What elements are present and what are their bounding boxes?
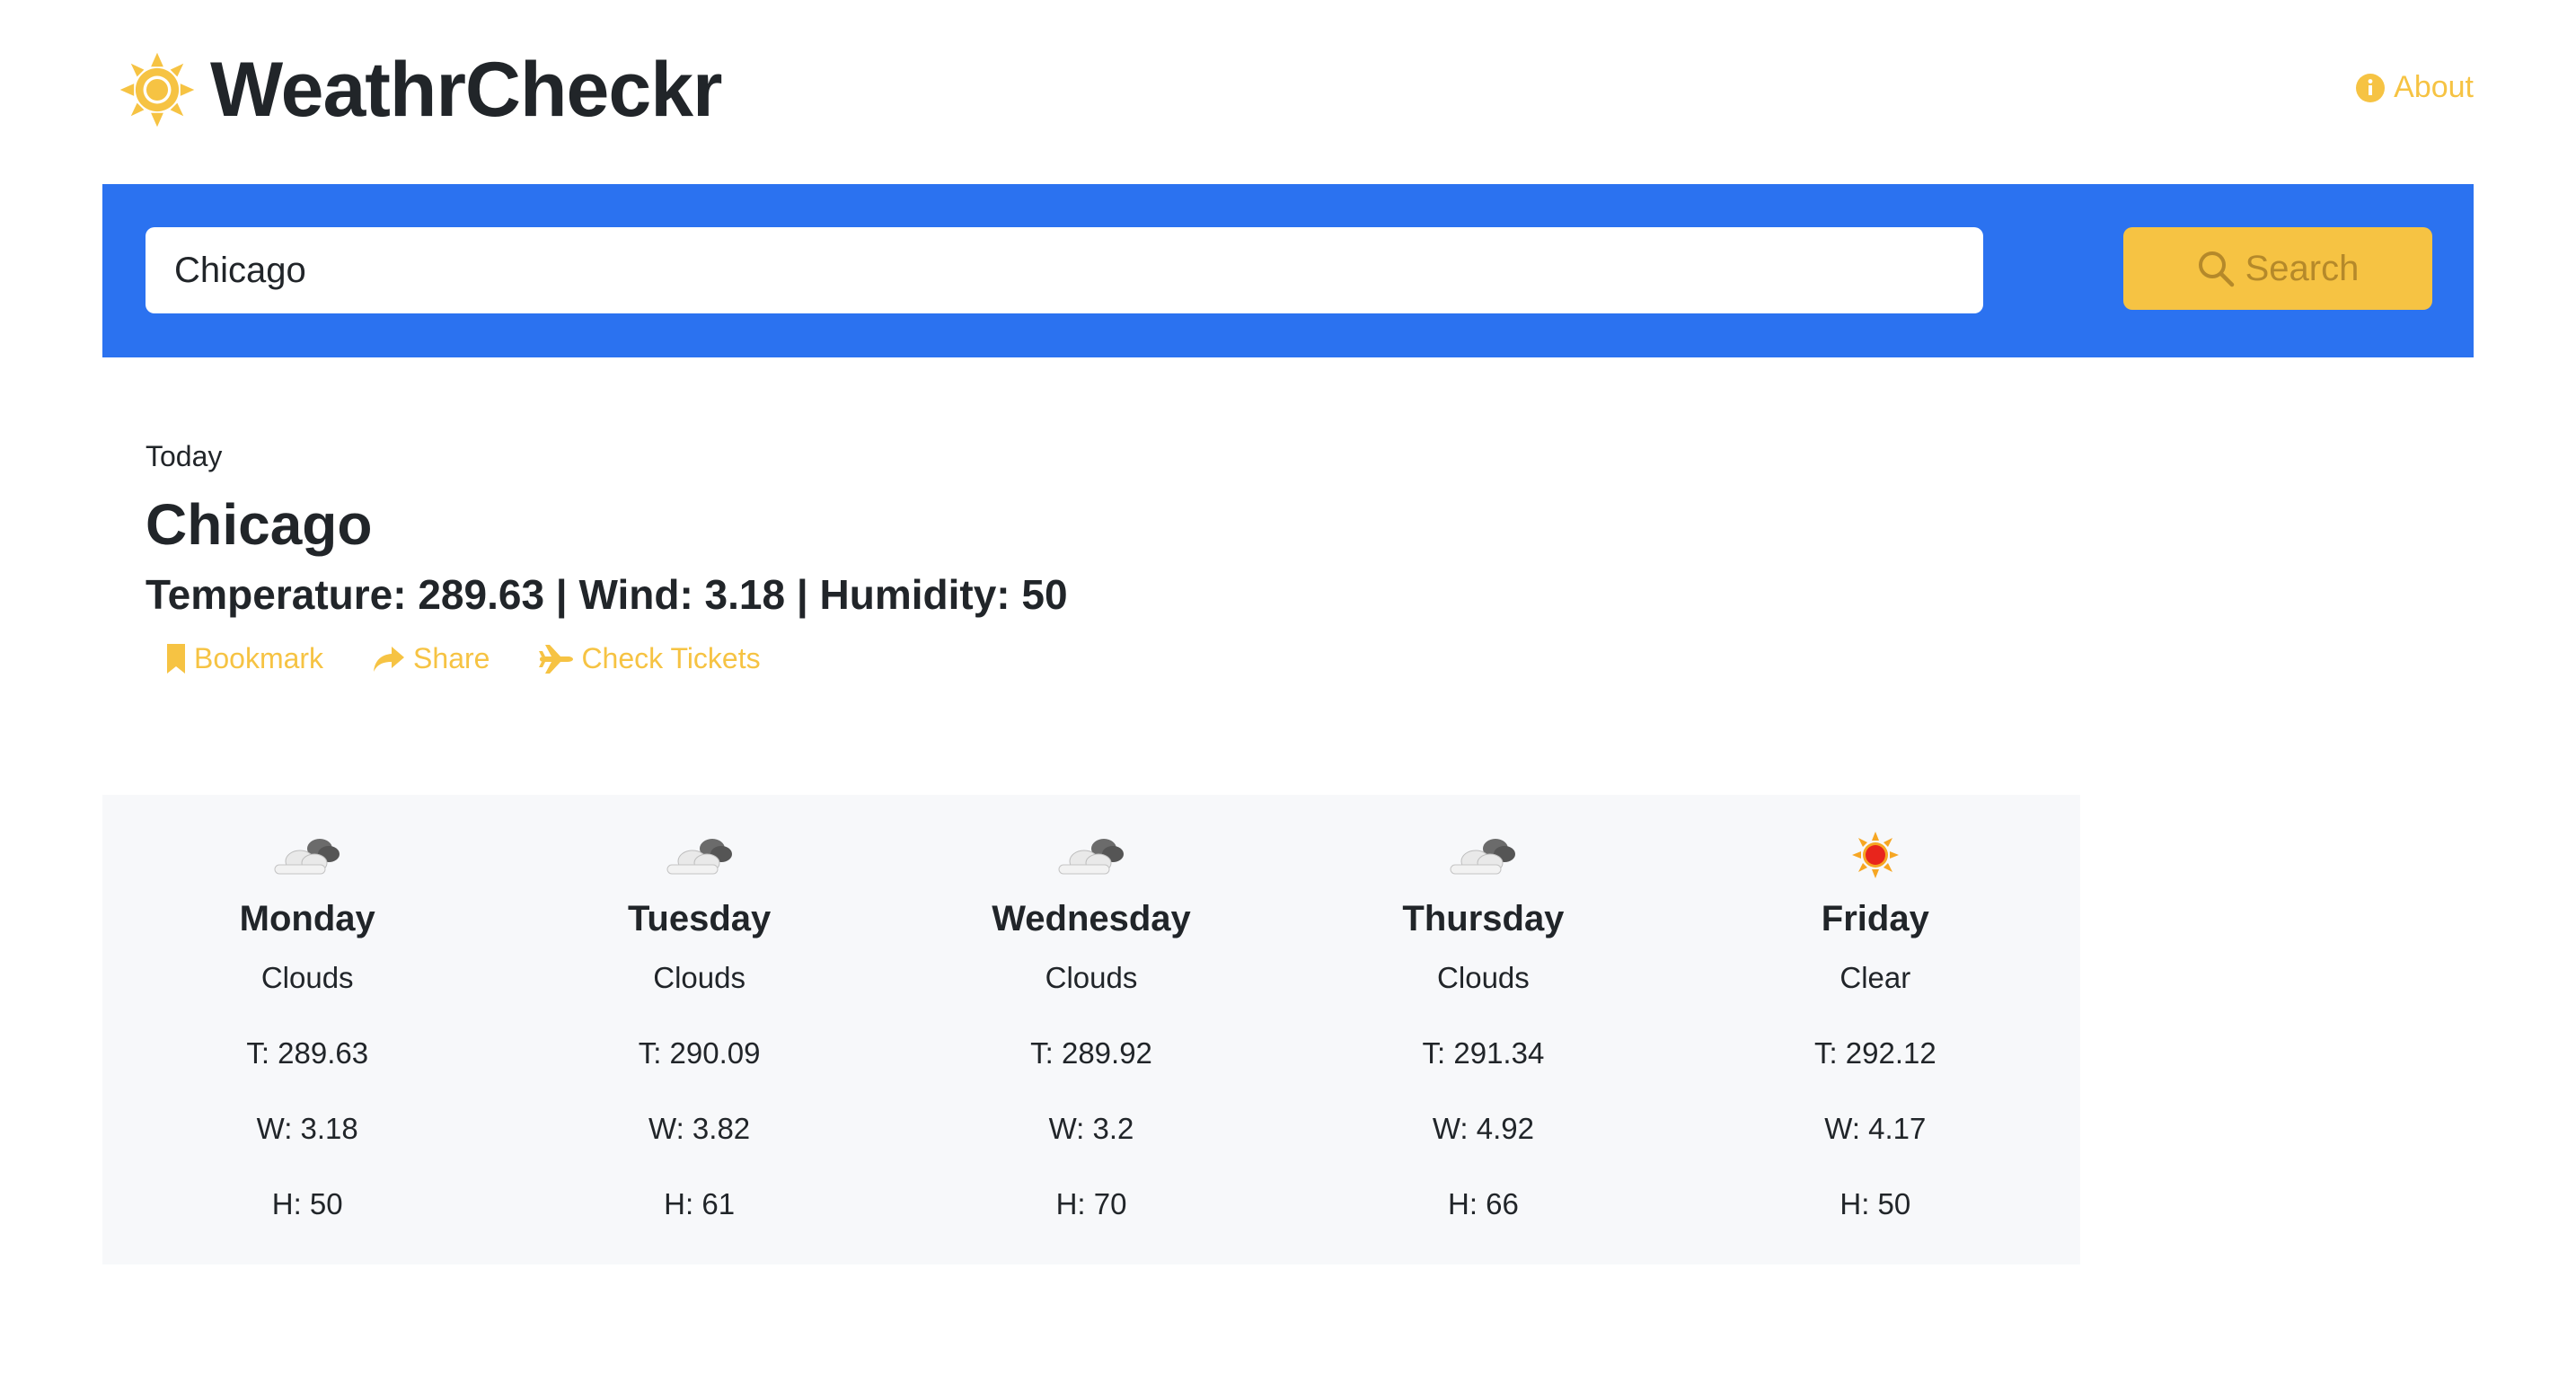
share-icon [374,646,405,672]
search-input[interactable] [146,227,1983,313]
clouds-icon [1051,827,1132,883]
search-button[interactable]: Search [2123,227,2432,310]
about-label: About [2394,70,2474,104]
forecast-day: Tuesday Clouds T: 290.09 W: 3.82 H: 61 [503,795,895,1264]
day-name: Wednesday [992,899,1191,938]
check-tickets-label: Check Tickets [581,642,761,674]
day-temperature: T: 289.92 [1030,1036,1152,1070]
day-humidity: H: 50 [271,1187,343,1220]
check-tickets-button[interactable]: Check Tickets [538,642,761,675]
info-icon [2356,73,2386,102]
day-temperature: T: 292.12 [1813,1036,1936,1070]
top-nav: WeathrCheckr About [102,36,2474,135]
today-stats: Temperature: 289.63 | Wind: 3.18 | Humid… [146,571,1068,618]
day-wind: W: 4.17 [1824,1112,1927,1145]
day-wind: W: 3.18 [256,1112,358,1145]
share-button[interactable]: Share [372,642,490,675]
forecast-day: Thursday Clouds T: 291.34 W: 4.92 H: 66 [1287,795,1679,1264]
sun-logo-icon [119,52,195,128]
day-humidity: H: 61 [664,1187,736,1220]
about-link[interactable]: About [2356,70,2474,105]
day-name: Friday [1821,899,1929,938]
plane-icon [539,644,574,674]
share-label: Share [413,642,490,674]
day-name: Tuesday [627,899,772,938]
day-temperature: T: 291.34 [1422,1036,1545,1070]
day-condition: Clouds [1045,961,1138,994]
brand-name: WeathrCheckr [210,46,723,133]
day-wind: W: 4.92 [1432,1112,1534,1145]
day-name: Thursday [1402,899,1565,938]
today-actions: Bookmark Share Check Tickets [165,642,1068,675]
bookmark-button[interactable]: Bookmark [165,642,323,675]
clouds-icon [659,827,740,883]
day-humidity: H: 50 [1839,1187,1911,1220]
brand[interactable]: WeathrCheckr [119,46,723,133]
day-condition: Clouds [1437,961,1530,994]
day-humidity: H: 70 [1055,1187,1127,1220]
bookmark-icon [167,643,185,674]
day-humidity: H: 66 [1447,1187,1519,1220]
forecast-day: Monday Clouds T: 289.63 W: 3.18 H: 50 [111,795,503,1264]
clouds-icon [1442,827,1523,883]
forecast-day: Wednesday Clouds T: 289.92 W: 3.2 H: 70 [895,795,1287,1264]
forecast-day: Friday Clear T: 292.12 W: 4.17 H: 50 [1680,795,2071,1264]
day-condition: Clear [1839,961,1911,994]
today-label: Today [146,440,223,472]
day-temperature: T: 289.63 [246,1036,369,1070]
clouds-icon [267,827,348,883]
day-condition: Clouds [260,961,354,994]
day-name: Monday [239,899,375,938]
today-section: Today Chicago Temperature: 289.63 | Wind… [146,440,1068,675]
day-temperature: T: 290.09 [638,1036,761,1070]
bookmark-label: Bookmark [194,642,324,674]
day-condition: Clouds [653,961,745,994]
search-button-label: Search [2245,248,2360,288]
search-bar: Search [102,184,2474,357]
forecast-panel: Monday Clouds T: 289.63 W: 3.18 H: 50 Tu… [102,795,2080,1264]
day-wind: W: 3.82 [648,1112,751,1145]
sun-icon [1835,827,1916,883]
city-name: Chicago [146,492,373,557]
search-icon [2198,251,2234,287]
day-wind: W: 3.2 [1048,1112,1134,1145]
